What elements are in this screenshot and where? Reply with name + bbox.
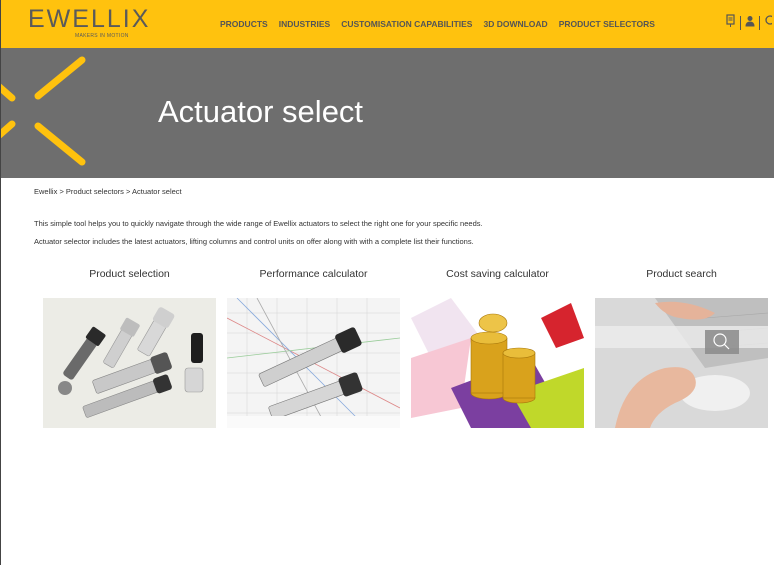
card-title[interactable]: Product search — [595, 268, 768, 280]
breadcrumb-current: Actuator select — [132, 187, 182, 196]
product-search-image[interactable] — [595, 298, 768, 428]
logo-tagline: MAKERS IN MOTION — [75, 33, 129, 39]
product-selection-image[interactable] — [43, 298, 216, 428]
nav-customisation-capabilities[interactable]: CUSTOMISATION CAPABILITIES — [341, 19, 472, 29]
cost-saving-calculator-image[interactable] — [411, 298, 584, 428]
card-title[interactable]: Performance calculator — [227, 268, 400, 280]
header-divider — [740, 15, 741, 30]
breadcrumb-separator: > — [59, 187, 64, 196]
document-download-icon[interactable] — [726, 14, 736, 31]
page-title: Actuator select — [158, 94, 364, 129]
logo-wordmark: EWELLIX — [28, 5, 151, 33]
search-icon[interactable] — [764, 15, 774, 30]
header-divider — [759, 15, 760, 30]
performance-calculator-image[interactable] — [227, 298, 400, 428]
intro-line-2: Actuator selector includes the latest ac… — [34, 237, 474, 246]
user-icon[interactable] — [745, 15, 755, 30]
breadcrumb-product-selectors[interactable]: Product selectors — [66, 187, 124, 196]
breadcrumb: Ewellix > Product selectors > Actuator s… — [34, 187, 182, 196]
breadcrumb-separator: > — [125, 187, 131, 196]
nav-product-selectors[interactable]: PRODUCT SELECTORS — [559, 19, 655, 29]
header-utility-icons — [726, 14, 774, 31]
card-title[interactable]: Product selection — [43, 268, 216, 280]
main-nav: PRODUCTS INDUSTRIES CUSTOMISATION CAPABI… — [220, 19, 655, 29]
intro-text: This simple tool helps you to quickly na… — [34, 215, 483, 251]
brand-x-graphic — [0, 56, 86, 166]
nav-industries[interactable]: INDUSTRIES — [279, 19, 330, 29]
breadcrumb-ewellix[interactable]: Ewellix — [34, 187, 57, 196]
ewellix-logo[interactable]: EWELLIX MAKERS IN MOTION — [28, 5, 151, 40]
nav-3d-download[interactable]: 3D DOWNLOAD — [483, 19, 547, 29]
site-header: EWELLIX MAKERS IN MOTION PRODUCTS INDUST… — [0, 0, 774, 48]
card-title[interactable]: Cost saving calculator — [411, 268, 584, 280]
intro-line-1: This simple tool helps you to quickly na… — [34, 219, 483, 228]
hero-banner: Actuator select — [0, 48, 774, 178]
nav-products[interactable]: PRODUCTS — [220, 19, 268, 29]
